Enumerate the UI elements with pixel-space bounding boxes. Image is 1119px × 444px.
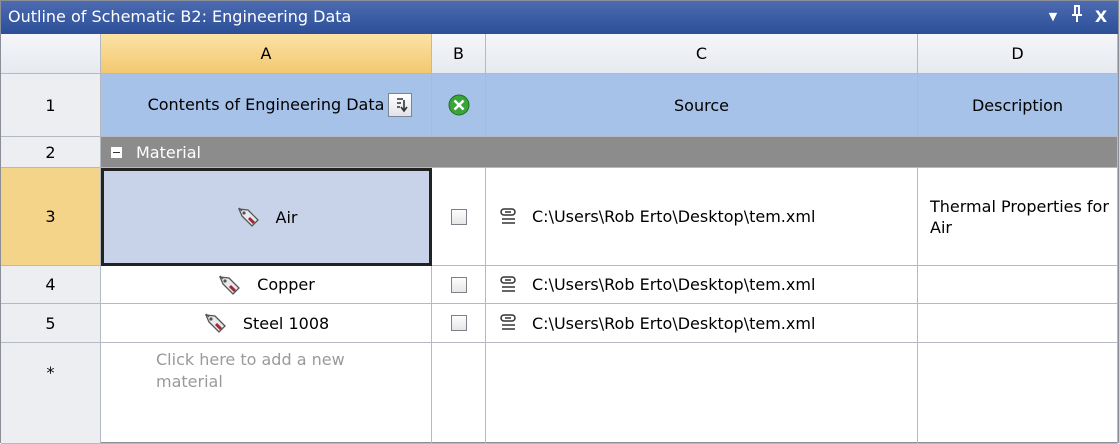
source-cell[interactable]: C:\Users\Rob Erto\Desktop\tem.xml	[486, 304, 918, 343]
link-icon	[498, 207, 520, 227]
material-name: Copper	[257, 275, 315, 294]
description-cell[interactable]	[918, 304, 1118, 343]
suppress-checkbox-cell[interactable]	[432, 168, 486, 266]
add-material-cell[interactable]: Click here to add a new material	[101, 343, 432, 444]
row-header-4[interactable]: 4	[1, 266, 101, 304]
close-icon[interactable]: X	[1091, 4, 1111, 30]
new-row-source-cell	[486, 343, 918, 444]
row-header-new[interactable]: *	[1, 343, 101, 444]
row-header-3[interactable]: 3	[1, 168, 101, 266]
dropdown-icon[interactable]: ▼	[1043, 4, 1063, 30]
sort-icon[interactable]	[388, 93, 412, 117]
contents-header-label: Contents of Engineering Data	[147, 95, 385, 114]
row-header-1[interactable]: 1	[1, 74, 101, 137]
suppress-icon	[448, 94, 469, 116]
contents-header-cell[interactable]: Contents of Engineering Data	[101, 74, 432, 137]
collapse-toggle-icon[interactable]	[111, 146, 122, 158]
material-tag-icon	[217, 274, 243, 296]
panel-title-bar: Outline of Schematic B2: Engineering Dat…	[1, 1, 1118, 34]
engineering-data-outline-panel: Outline of Schematic B2: Engineering Dat…	[0, 0, 1119, 444]
description-header-cell[interactable]: Description	[918, 74, 1118, 137]
column-header-b[interactable]: B	[432, 34, 486, 74]
engineering-data-table: A B C D 1 Contents of Engineering Data S…	[1, 34, 1118, 444]
corner-header[interactable]	[1, 34, 101, 74]
link-icon	[498, 313, 520, 333]
material-name-cell[interactable]: Copper	[101, 266, 432, 304]
suppress-checkbox[interactable]	[450, 315, 467, 331]
suppress-header-cell[interactable]	[432, 74, 486, 137]
add-material-placeholder: Click here to add a new material	[156, 350, 345, 391]
column-header-d[interactable]: D	[918, 34, 1118, 74]
column-header-c[interactable]: C	[486, 34, 918, 74]
source-path: C:\Users\Rob Erto\Desktop\tem.xml	[532, 313, 816, 333]
description-cell[interactable]: Thermal Properties for Air	[918, 168, 1118, 266]
pin-icon[interactable]	[1067, 4, 1087, 30]
material-name-cell[interactable]: Steel 1008	[101, 304, 432, 343]
source-cell[interactable]: C:\Users\Rob Erto\Desktop\tem.xml	[486, 168, 918, 266]
row-header-5[interactable]: 5	[1, 304, 101, 343]
suppress-checkbox-cell[interactable]	[432, 304, 486, 343]
suppress-checkbox[interactable]	[450, 208, 467, 225]
suppress-checkbox[interactable]	[450, 276, 467, 293]
row-header-2[interactable]: 2	[1, 137, 101, 168]
material-name: Air	[275, 207, 298, 227]
material-group-label: Material	[136, 142, 201, 162]
column-header-a[interactable]: A	[101, 34, 432, 74]
material-name: Steel 1008	[242, 313, 330, 333]
new-row-description-cell	[918, 343, 1118, 444]
suppress-checkbox-cell[interactable]	[432, 266, 486, 304]
source-header-cell[interactable]: Source	[486, 74, 918, 137]
new-row-checkbox-cell	[432, 343, 486, 444]
panel-title: Outline of Schematic B2: Engineering Dat…	[8, 7, 352, 26]
source-path: C:\Users\Rob Erto\Desktop\tem.xml	[532, 207, 816, 226]
material-group-row[interactable]: Material	[101, 137, 1118, 168]
material-tag-icon	[236, 206, 262, 228]
source-cell[interactable]: C:\Users\Rob Erto\Desktop\tem.xml	[486, 266, 918, 304]
source-path: C:\Users\Rob Erto\Desktop\tem.xml	[532, 275, 816, 294]
material-tag-icon	[203, 312, 229, 334]
material-name-cell[interactable]: Air	[101, 168, 432, 266]
description-cell[interactable]	[918, 266, 1118, 304]
link-icon	[498, 275, 520, 295]
